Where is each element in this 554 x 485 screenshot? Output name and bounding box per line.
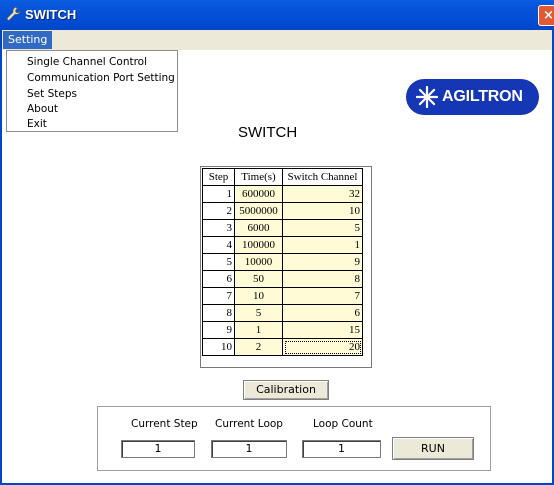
column-header-step: Step [202, 168, 235, 186]
step-cell: 7 [202, 287, 235, 305]
channel-cell[interactable]: 8 [282, 270, 363, 288]
table-row: 4 100000 1 [202, 236, 363, 254]
channel-cell[interactable]: 7 [282, 287, 363, 305]
table-row: 856 [202, 304, 363, 322]
window-title: SWITCH [25, 7, 77, 22]
time-cell[interactable]: 600000 [234, 185, 283, 203]
time-cell[interactable]: 50 [234, 270, 283, 288]
channel-cell[interactable]: 9 [282, 253, 363, 271]
column-header-channel: Switch Channel [282, 168, 363, 186]
menu-item-communication-port-setting[interactable]: Communication Port Setting [27, 70, 175, 86]
table-row: 3 6000 5 [202, 219, 363, 237]
calibration-button[interactable]: Calibration [243, 380, 329, 400]
current-step-label: Current Step [131, 418, 198, 430]
app-window: SWITCH × Setting AGILTRON SWITCH Step Ti… [0, 0, 554, 485]
step-cell: 10 [202, 338, 235, 356]
time-cell[interactable]: 100000 [234, 236, 283, 254]
table-row: 2 5000000 10 [202, 202, 363, 220]
menu-item-about[interactable]: About [27, 101, 58, 117]
step-cell: 8 [202, 304, 235, 322]
step-cell: 2 [202, 202, 235, 220]
logo-text: AGILTRON [442, 88, 523, 105]
time-cell[interactable]: 1 [234, 321, 283, 339]
table-row: 7 10 7 [202, 287, 363, 305]
time-cell[interactable]: 6000 [234, 219, 283, 237]
time-cell[interactable]: 2 [234, 338, 283, 356]
page-title: SWITCH [238, 124, 298, 141]
table-row: 6 50 8 [202, 270, 363, 288]
column-header-time: Time(s) [234, 168, 283, 186]
step-cell: 9 [202, 321, 235, 339]
menu-bar: Setting [0, 30, 554, 50]
channel-cell[interactable]: 1 [282, 236, 363, 254]
table-row: 1 600000 32 [202, 185, 363, 203]
menu-item-exit[interactable]: Exit [27, 116, 47, 132]
current-loop-label: Current Loop [215, 418, 283, 430]
step-cell: 6 [202, 270, 235, 288]
channel-cell[interactable]: 5 [282, 219, 363, 237]
table-row: 10 2 20 [202, 338, 363, 356]
time-cell[interactable]: 10000 [234, 253, 283, 271]
step-cell: 3 [202, 219, 235, 237]
channel-cell[interactable]: 10 [282, 202, 363, 220]
run-button[interactable]: RUN [392, 437, 474, 460]
menu-item-single-channel-control[interactable]: Single Channel Control [27, 54, 147, 70]
step-cell: 1 [202, 185, 235, 203]
time-cell[interactable]: 10 [234, 287, 283, 305]
channel-cell[interactable]: 15 [282, 321, 363, 339]
channel-cell[interactable]: 6 [282, 304, 363, 322]
table-row: 9 1 15 [202, 321, 363, 339]
wrench-icon [6, 6, 21, 21]
time-cell[interactable]: 5 [234, 304, 283, 322]
table-header-row: Step Time(s) Switch Channel [202, 168, 363, 186]
title-bar[interactable]: SWITCH × [0, 0, 554, 30]
menu-item-set-steps[interactable]: Set Steps [27, 86, 77, 102]
close-icon: × [543, 8, 554, 23]
setting-dropdown-menu: Single Channel Control Communication Por… [6, 50, 178, 132]
agiltron-logo: AGILTRON [406, 79, 539, 115]
step-cell: 5 [202, 253, 235, 271]
steps-table: Step Time(s) Switch Channel 1 600000 32 25… [202, 168, 363, 356]
time-cell[interactable]: 5000000 [234, 202, 283, 220]
channel-cell[interactable]: 20 [282, 338, 363, 356]
current-loop-field: 1 [211, 440, 287, 458]
channel-cell[interactable]: 32 [282, 185, 363, 203]
current-step-field: 1 [121, 440, 195, 458]
menu-setting[interactable]: Setting [3, 31, 53, 49]
starburst-icon [416, 86, 438, 108]
window-border-left [0, 30, 2, 485]
steps-grid: Step Time(s) Switch Channel 1 600000 32 25… [200, 166, 372, 368]
loop-count-field[interactable]: 1 [302, 440, 381, 458]
table-row: 5 10000 9 [202, 253, 363, 271]
loop-count-label: Loop Count [313, 418, 373, 430]
close-button[interactable]: × [538, 5, 554, 26]
step-cell: 4 [202, 236, 235, 254]
